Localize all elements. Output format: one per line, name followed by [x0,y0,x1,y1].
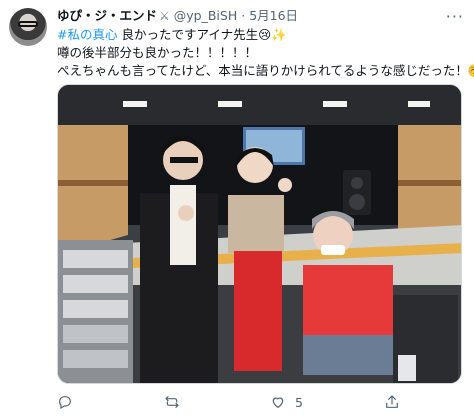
share-icon [386,395,398,408]
tweet-text: #私の真心 良かったですアイナ先生😢✨ 噂の後半部分も良かった！！！！！ ぺえち… [57,26,474,80]
retweet-button[interactable] [164,393,189,411]
user-handle[interactable]: @yp_BiSH [174,8,237,23]
reply-icon [59,396,71,410]
heart-icon [272,397,284,408]
share-button[interactable] [384,393,409,411]
more-options-icon[interactable]: ··· [446,7,464,26]
crossed-swords-icon: ⚔ [159,9,170,23]
retweet-icon [165,396,179,408]
tweet-line-2: 噂の後半部分も良かった！！！！！ [57,45,258,60]
like-count: 5 [295,394,303,410]
avatar[interactable] [9,8,47,46]
like-button[interactable]: 5 [270,393,303,411]
tweet-photo[interactable] [57,84,462,384]
tweet-actions: 5 [57,393,467,411]
display-name[interactable]: ゆぴ・ジ・エンド [57,8,157,23]
separator-dot: · [241,8,246,23]
reply-button[interactable] [57,393,82,411]
tweet-line-3: ぺえちゃんも言ってたけど、本当に語りかけられてるような感じだった！☺️ [57,63,474,78]
tweet: ゆぴ・ジ・エンド ⚔ @yp_BiSH · 5月16日 ··· #私の真心 良かっ… [0,0,474,416]
hashtag-link[interactable]: #私の真心 [57,27,117,42]
studio-photo-illustration [58,85,461,383]
tweet-line-1: #私の真心 良かったですアイナ先生😢✨ [57,26,467,44]
tweet-header: ゆぴ・ジ・エンド ⚔ @yp_BiSH · 5月16日 [57,8,298,24]
tweet-line-1-text: 良かったですアイナ先生😢✨ [117,27,287,42]
tweet-date[interactable]: 5月16日 [249,8,298,23]
avatar-glasses [18,21,38,27]
